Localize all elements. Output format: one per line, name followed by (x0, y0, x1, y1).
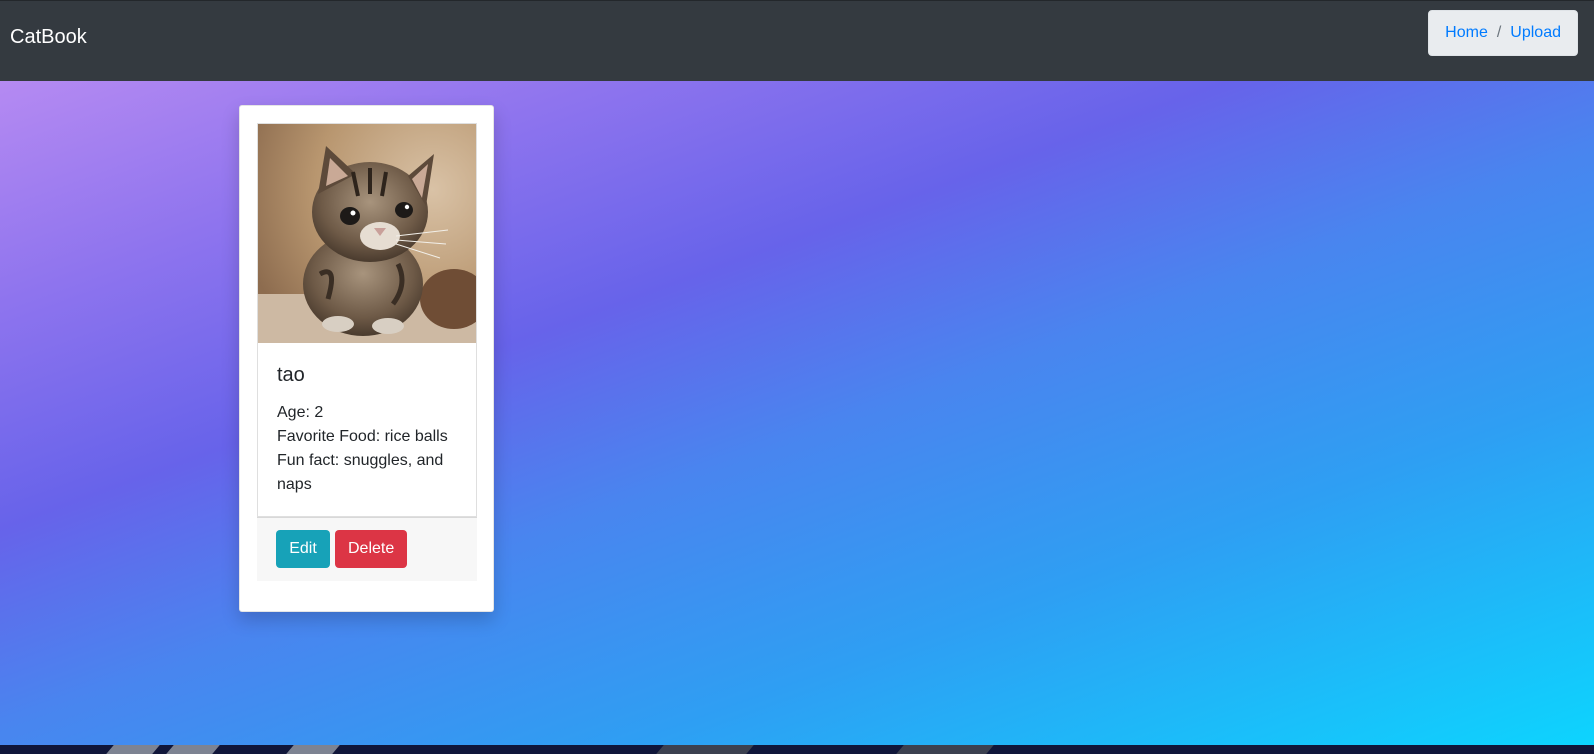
cat-card: tao Age: 2 Favorite Food: rice balls Fun… (257, 123, 477, 517)
footer-stripe (166, 745, 220, 754)
footer-stripe (896, 745, 994, 754)
breadcrumb-upload-link[interactable]: Upload (1510, 24, 1561, 42)
cat-details: Age: 2 Favorite Food: rice balls Fun fac… (277, 401, 457, 497)
cat-fun-fact: Fun fact: snuggles, and naps (277, 452, 444, 493)
navbar: CatBook Home / Upload (0, 0, 1594, 81)
brand-logo-link[interactable]: CatBook (10, 25, 87, 49)
footer-stripe (106, 745, 160, 754)
footer-stripe (286, 745, 340, 754)
card-footer: Edit Delete (257, 517, 477, 581)
card-body: tao Age: 2 Favorite Food: rice balls Fun… (258, 343, 476, 497)
breadcrumb-separator: / (1496, 24, 1502, 41)
footer-stripe (656, 745, 754, 754)
cat-favorite-food: Favorite Food: rice balls (277, 428, 448, 445)
cat-photo (258, 124, 476, 343)
cat-age: Age: 2 (277, 404, 324, 421)
cat-name: tao (277, 364, 305, 386)
breadcrumb-home-link[interactable]: Home (1445, 24, 1488, 42)
breadcrumb: Home / Upload (1428, 10, 1578, 56)
edit-button[interactable]: Edit (276, 530, 330, 568)
cat-card-container: tao Age: 2 Favorite Food: rice balls Fun… (239, 105, 494, 612)
delete-button[interactable]: Delete (335, 530, 407, 568)
footer-strip (0, 745, 1594, 754)
